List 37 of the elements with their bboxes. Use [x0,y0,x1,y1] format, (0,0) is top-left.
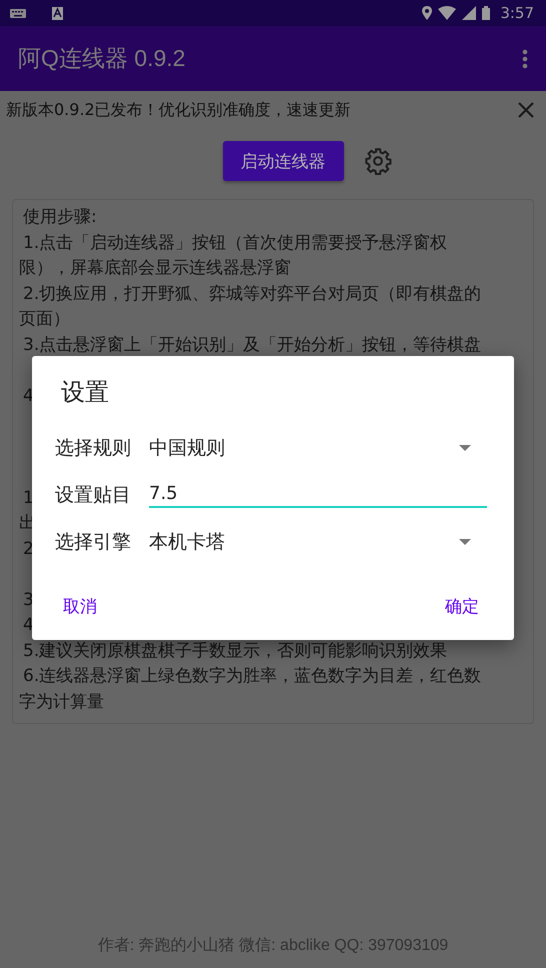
font-app-icon [52,6,63,20]
dropdown[interactable]: 中国规则 [149,434,487,460]
instruction-text: 1.点击「启动连线器」按钮（首次使用需要授予悬浮窗权 [23,232,448,252]
instruction-text: 字为计算量 [19,692,104,712]
field-label: 选择引擎 [55,530,132,554]
keyboard-icon [10,8,26,18]
instruction-text: 2.切换应用，打开野狐、弈城等对弈平台对局页（即有棋盘的 [23,284,482,304]
instruction-text: 3 [23,590,34,610]
instruction-text: 5.建议关闭原棋盘棋子手数显示，否则可能影响识别效果 [23,640,448,660]
instruction-text: 4 [23,386,34,406]
more-menu-icon[interactable] [522,48,528,68]
location-icon [422,6,432,20]
dropdown[interactable]: 本机卡塔 [149,528,487,554]
dialog-button[interactable]: 确定 [437,587,487,626]
field-label: 选择规则 [55,436,132,460]
instruction-text: 4 [23,615,34,635]
instruction-text: 使用步骤: [23,207,97,227]
instruction-text: 限），屏幕底部会显示连线器悬浮窗 [19,258,291,278]
instruction-text: 页面） [19,309,70,329]
instruction-text: 3.点击悬浮窗上「开始识别」及「开始分析」按钮，等待棋盘 [23,334,482,354]
instruction-text: 1 [23,488,34,508]
settings-icon[interactable] [364,147,392,175]
start-button[interactable]: 启动连线器 [222,141,344,181]
dropdown-arrow-icon [459,444,471,450]
dialog-title: 设置 [60,377,110,408]
signal-icon [462,6,476,20]
field-label: 设置贴目 [55,482,132,508]
app-title: 阿Q连线器 0.9.2 [18,44,186,73]
instruction-text: 6.连线器悬浮窗上绿色数字为胜率，蓝色数字为目差，红色数 [23,666,482,686]
battery-icon [482,6,490,20]
dropdown-arrow-icon [459,538,471,544]
update-notice: 新版本0.9.2已发布！优化识别准确度，速速更新 [6,100,351,120]
wifi-icon [438,6,456,20]
clock-time: 3:57 [500,4,534,22]
close-icon[interactable] [518,102,534,118]
instruction-text: 2 [23,538,34,558]
dialog-button[interactable]: 取消 [55,587,105,626]
